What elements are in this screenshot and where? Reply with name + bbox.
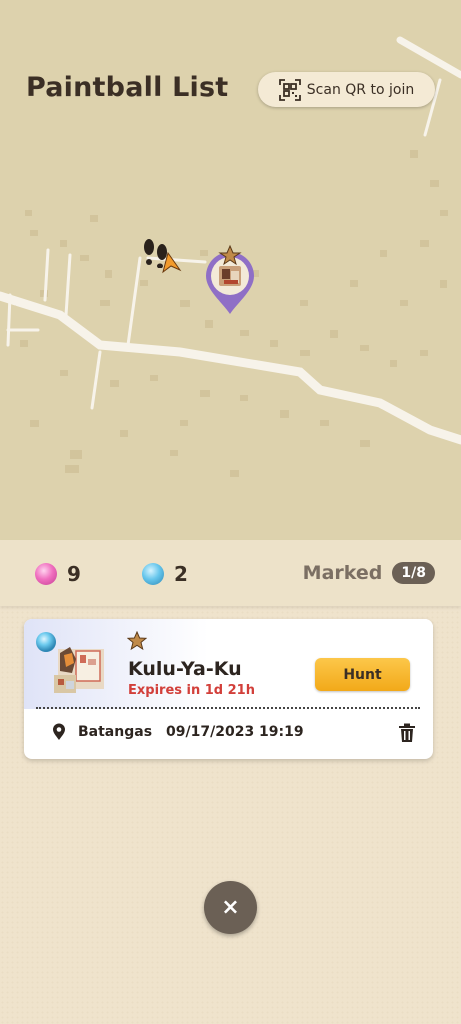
monster-map-marker-icon[interactable] <box>202 244 258 316</box>
location-pin-icon <box>53 723 65 740</box>
marked-label: Marked <box>302 562 383 584</box>
trash-icon[interactable] <box>398 723 416 743</box>
paintball-panel: 9 2 Marked 1/8 Kulu-Ya-Ku Expires in 1d … <box>0 540 461 1024</box>
blue-paintball-gem-icon <box>142 563 164 585</box>
star-icon <box>127 631 147 651</box>
hunt-button[interactable]: Hunt <box>315 658 410 691</box>
location-text: Batangas <box>78 724 153 740</box>
stats-bar: 9 2 Marked 1/8 <box>0 540 461 606</box>
map-view[interactable]: Paintball List Scan QR to join <box>0 0 461 540</box>
marked-count-badge: 1/8 <box>392 562 435 584</box>
pink-paintball-gem-icon <box>35 563 57 585</box>
scan-qr-button[interactable]: Scan QR to join <box>258 72 435 107</box>
date-time-text: 09/17/2023 19:19 <box>166 724 304 740</box>
monster-thumbnail <box>54 647 104 693</box>
close-button[interactable]: × <box>204 881 257 934</box>
marked-indicator: Marked 1/8 <box>303 562 435 584</box>
card-divider <box>36 707 420 709</box>
page-title: Paintball List <box>26 72 229 103</box>
expires-text: Expires in 1d 21h <box>128 683 255 698</box>
blue-paintball-gem-icon <box>36 632 56 652</box>
location-row: Batangas 09/17/2023 19:19 <box>52 723 304 741</box>
qr-scan-icon <box>278 78 301 101</box>
paintball-card[interactable]: Kulu-Ya-Ku Expires in 1d 21h Hunt Batang… <box>24 619 433 759</box>
blue-paintball-count: 2 <box>174 562 188 586</box>
pink-paintball-count: 9 <box>67 562 81 586</box>
direction-arrow-icon <box>162 252 182 274</box>
scan-qr-label: Scan QR to join <box>306 81 415 98</box>
blue-paintball-stat: 2 <box>142 562 188 586</box>
monster-name: Kulu-Ya-Ku <box>128 658 242 680</box>
pink-paintball-stat: 9 <box>35 562 81 586</box>
